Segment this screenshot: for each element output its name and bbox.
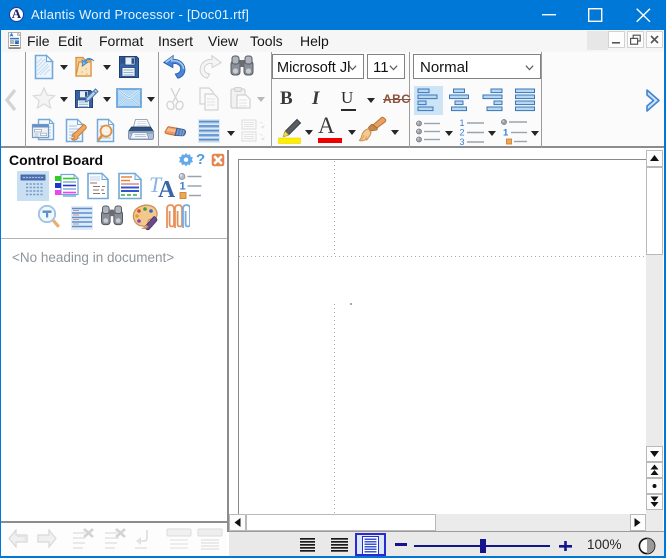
svg-text:1: 1 bbox=[180, 181, 186, 193]
svg-text:2: 2 bbox=[460, 128, 465, 138]
svg-text:3: 3 bbox=[460, 137, 465, 145]
svg-text:1: 1 bbox=[460, 118, 465, 128]
svg-text:1: 1 bbox=[503, 128, 509, 139]
svg-text:A: A bbox=[158, 177, 175, 200]
